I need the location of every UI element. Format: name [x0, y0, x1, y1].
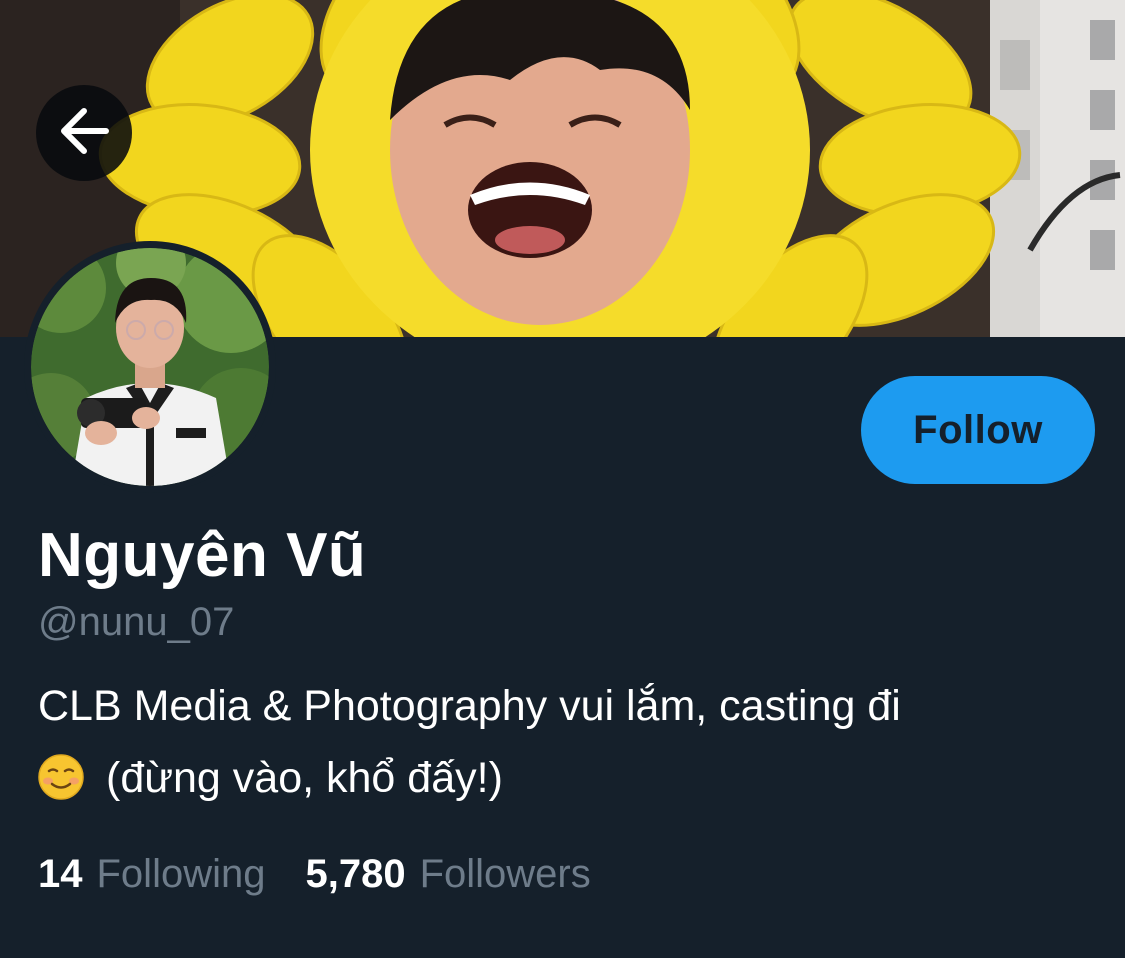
avatar-photo	[31, 248, 269, 486]
smiling-face-emoji-icon	[38, 754, 84, 800]
profile-bio: CLB Media & Photography vui lắm, casting…	[38, 670, 1098, 814]
bio-line-2: (đừng vào, khổ đấy!)	[106, 754, 503, 802]
followers-count: 5,780	[305, 852, 406, 896]
following-count: 14	[38, 852, 83, 896]
profile-page: Follow Nguyên Vũ @nunu_07 CLB Media & Ph…	[0, 0, 1125, 958]
followers-label: Followers	[419, 852, 591, 896]
follow-button[interactable]: Follow	[861, 376, 1095, 484]
profile-stats: 14 Following 5,780 Followers	[38, 852, 591, 897]
followers-link[interactable]: 5,780 Followers	[305, 852, 590, 897]
following-label: Following	[96, 852, 266, 896]
following-link[interactable]: 14 Following	[38, 852, 265, 897]
arrow-left-icon	[58, 107, 110, 160]
back-button[interactable]	[36, 85, 132, 181]
user-handle: @nunu_07	[38, 600, 235, 644]
bio-line-2-wrapper: (đừng vào, khổ đấy!)	[38, 742, 1098, 814]
bio-line-1: CLB Media & Photography vui lắm, casting…	[38, 682, 901, 730]
display-name: Nguyên Vũ	[38, 521, 367, 590]
avatar[interactable]	[24, 241, 276, 493]
